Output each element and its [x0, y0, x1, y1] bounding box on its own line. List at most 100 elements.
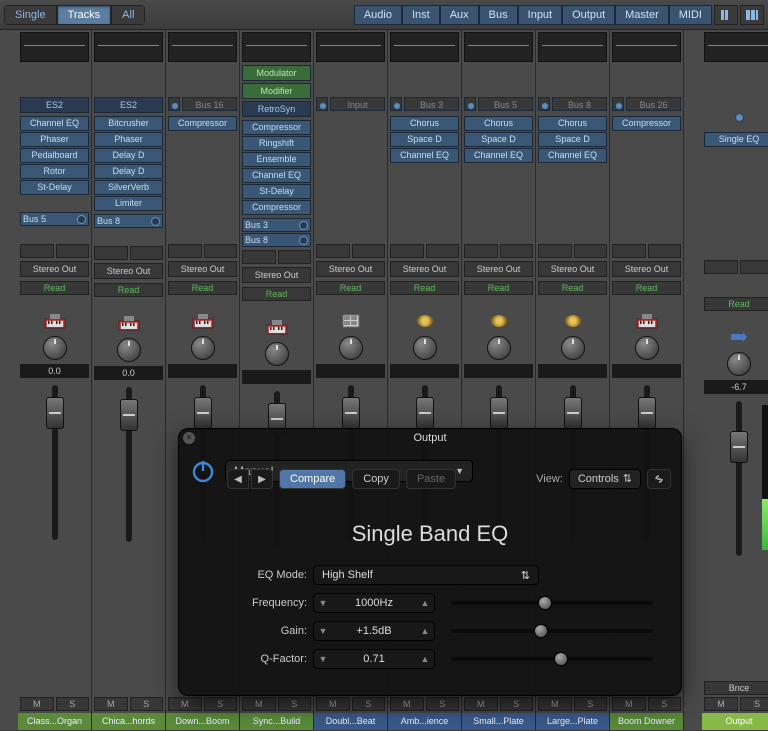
insert-slot[interactable]: Channel EQ	[464, 148, 533, 163]
insert-slot[interactable]: Channel EQ	[242, 168, 311, 183]
io-slot[interactable]	[538, 244, 572, 258]
solo-button[interactable]: S	[130, 697, 164, 711]
mute-button[interactable]: M	[20, 697, 54, 711]
eq-thumbnail[interactable]	[94, 32, 163, 62]
midi-fx-slot[interactable]: Modifier	[242, 83, 311, 99]
output-slot[interactable]: Stereo Out	[538, 261, 607, 277]
insert-slot[interactable]: St-Delay	[20, 180, 89, 195]
pan-knob[interactable]	[413, 336, 437, 360]
automation-mode[interactable]: Read	[20, 281, 89, 295]
pan-knob[interactable]	[265, 342, 289, 366]
io-slot[interactable]	[204, 244, 238, 258]
mute-button[interactable]: M	[390, 697, 424, 711]
output-slot[interactable]: Stereo Out	[390, 261, 459, 277]
io-slot[interactable]	[704, 260, 738, 274]
type-inst[interactable]: Inst	[402, 5, 440, 25]
plugin-titlebar[interactable]: ✕ Output	[179, 429, 681, 447]
instrument-slot[interactable]: ES2	[20, 97, 89, 113]
eq-thumbnail[interactable]	[168, 32, 237, 62]
fader[interactable]	[126, 387, 132, 542]
instrument-slot[interactable]: ES2	[94, 97, 163, 113]
pan-knob[interactable]	[561, 336, 585, 360]
io-icon[interactable]	[316, 97, 328, 111]
insert-slot[interactable]: Compressor	[612, 116, 681, 131]
insert-slot[interactable]: Channel EQ	[20, 116, 89, 131]
insert-slot[interactable]: Single EQ	[704, 132, 768, 147]
gain-slider[interactable]	[451, 629, 653, 633]
insert-slot[interactable]: Phaser	[20, 132, 89, 147]
automation-mode[interactable]: Read	[612, 281, 681, 295]
insert-slot[interactable]: SilverVerb	[94, 180, 163, 195]
insert-slot[interactable]: Ensemble	[242, 152, 311, 167]
insert-slot[interactable]: Chorus	[464, 116, 533, 131]
insert-slot[interactable]: Channel EQ	[538, 148, 607, 163]
input-slot[interactable]: Bus 26	[626, 97, 681, 111]
insert-slot[interactable]: Bitcrusher	[94, 116, 163, 131]
send-knob-icon[interactable]	[299, 236, 308, 245]
type-aux[interactable]: Aux	[440, 5, 479, 25]
mute-button[interactable]: M	[464, 697, 498, 711]
input-slot[interactable]: Bus 3	[404, 97, 459, 111]
solo-button[interactable]: S	[574, 697, 608, 711]
io-slot[interactable]	[464, 244, 498, 258]
solo-button[interactable]: S	[56, 697, 90, 711]
insert-slot[interactable]: Chorus	[390, 116, 459, 131]
q-stepper[interactable]: ▼ 0.71 ▲	[313, 649, 435, 669]
mute-button[interactable]: M	[94, 697, 128, 711]
eq-thumbnail[interactable]	[464, 32, 533, 62]
type-master[interactable]: Master	[615, 5, 669, 25]
insert-slot[interactable]: Pedalboard	[20, 148, 89, 163]
io-slot[interactable]	[500, 244, 534, 258]
midi-fx-slot[interactable]: Modulator	[242, 65, 311, 81]
insert-slot[interactable]: Space D	[538, 132, 607, 147]
io-slot[interactable]	[278, 250, 312, 264]
solo-button[interactable]: S	[204, 697, 238, 711]
automation-mode[interactable]: Read	[94, 283, 163, 297]
send-slot[interactable]: Bus 8	[94, 214, 163, 228]
insert-slot[interactable]: Compressor	[242, 200, 311, 215]
mute-button[interactable]: M	[242, 697, 276, 711]
automation-mode[interactable]: Read	[316, 281, 385, 295]
io-slot[interactable]	[56, 244, 90, 258]
io-icon[interactable]	[464, 97, 476, 111]
insert-slot[interactable]: St-Delay	[242, 184, 311, 199]
io-slot[interactable]	[740, 260, 768, 274]
mute-button[interactable]: M	[538, 697, 572, 711]
type-bus[interactable]: Bus	[479, 5, 518, 25]
insert-slot[interactable]: Channel EQ	[390, 148, 459, 163]
type-audio[interactable]: Audio	[354, 5, 402, 25]
instrument-slot[interactable]: RetroSyn	[242, 101, 311, 117]
io-slot[interactable]	[20, 244, 54, 258]
pan-knob[interactable]	[727, 352, 751, 376]
decrement-button[interactable]: ▼	[314, 598, 332, 608]
io-slot[interactable]	[574, 244, 608, 258]
mute-button[interactable]: M	[168, 697, 202, 711]
pan-knob[interactable]	[487, 336, 511, 360]
pan-knob[interactable]	[43, 336, 67, 360]
solo-button[interactable]: S	[352, 697, 386, 711]
next-preset-button[interactable]: ▶	[251, 469, 273, 489]
send-knob-icon[interactable]	[151, 217, 160, 226]
eq-thumbnail[interactable]	[538, 32, 607, 62]
automation-mode[interactable]: Read	[168, 281, 237, 295]
io-icon[interactable]	[168, 97, 180, 111]
increment-button[interactable]: ▲	[416, 598, 434, 608]
eq-thumbnail[interactable]	[316, 32, 385, 62]
layout-narrow-icon[interactable]	[714, 5, 738, 25]
io-slot[interactable]	[612, 244, 646, 258]
output-slot[interactable]: Stereo Out	[242, 267, 311, 283]
io-slot[interactable]	[648, 244, 682, 258]
decrement-button[interactable]: ▼	[314, 654, 332, 664]
automation-mode[interactable]: Read	[242, 287, 311, 301]
solo-button[interactable]: S	[426, 697, 460, 711]
pan-knob[interactable]	[339, 336, 363, 360]
io-slot[interactable]	[426, 244, 460, 258]
input-slot[interactable]: Bus 8	[552, 97, 607, 111]
bounce-button[interactable]: Bnce	[704, 681, 768, 695]
insert-slot[interactable]: Rotor	[20, 164, 89, 179]
frequency-slider[interactable]	[451, 601, 653, 605]
decrement-button[interactable]: ▼	[314, 626, 332, 636]
view-single[interactable]: Single	[4, 5, 57, 25]
solo-button[interactable]: S	[648, 697, 682, 711]
fader[interactable]	[736, 401, 742, 556]
